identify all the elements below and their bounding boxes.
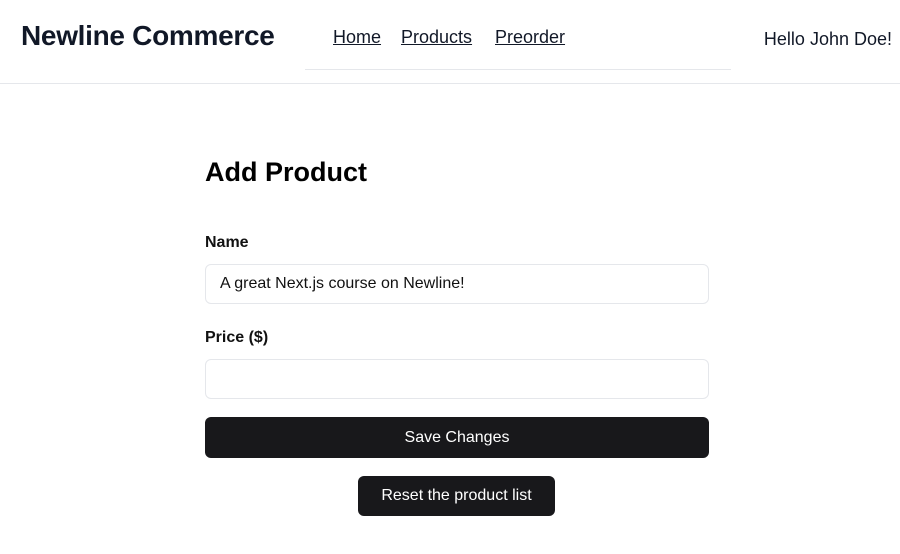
name-input[interactable] bbox=[205, 264, 709, 304]
price-input[interactable] bbox=[205, 359, 709, 399]
user-greeting: Hello John Doe! bbox=[763, 29, 892, 49]
reset-product-list-button[interactable]: Reset the product list bbox=[358, 476, 555, 516]
brand-logo[interactable]: Newline Commerce bbox=[21, 20, 275, 52]
main-nav: Home Products Preorder bbox=[305, 0, 731, 70]
nav-products[interactable]: Products bbox=[401, 27, 472, 48]
page-title: Add Product bbox=[205, 157, 367, 187]
nav-preorder[interactable]: Preorder bbox=[495, 27, 565, 48]
price-label: Price ($) bbox=[205, 329, 269, 346]
nav-home[interactable]: Home bbox=[333, 27, 381, 48]
site-header: Newline Commerce Home Products Preorder … bbox=[0, 0, 900, 84]
save-changes-button[interactable]: Save Changes bbox=[205, 417, 709, 458]
name-label: Name bbox=[205, 234, 249, 251]
